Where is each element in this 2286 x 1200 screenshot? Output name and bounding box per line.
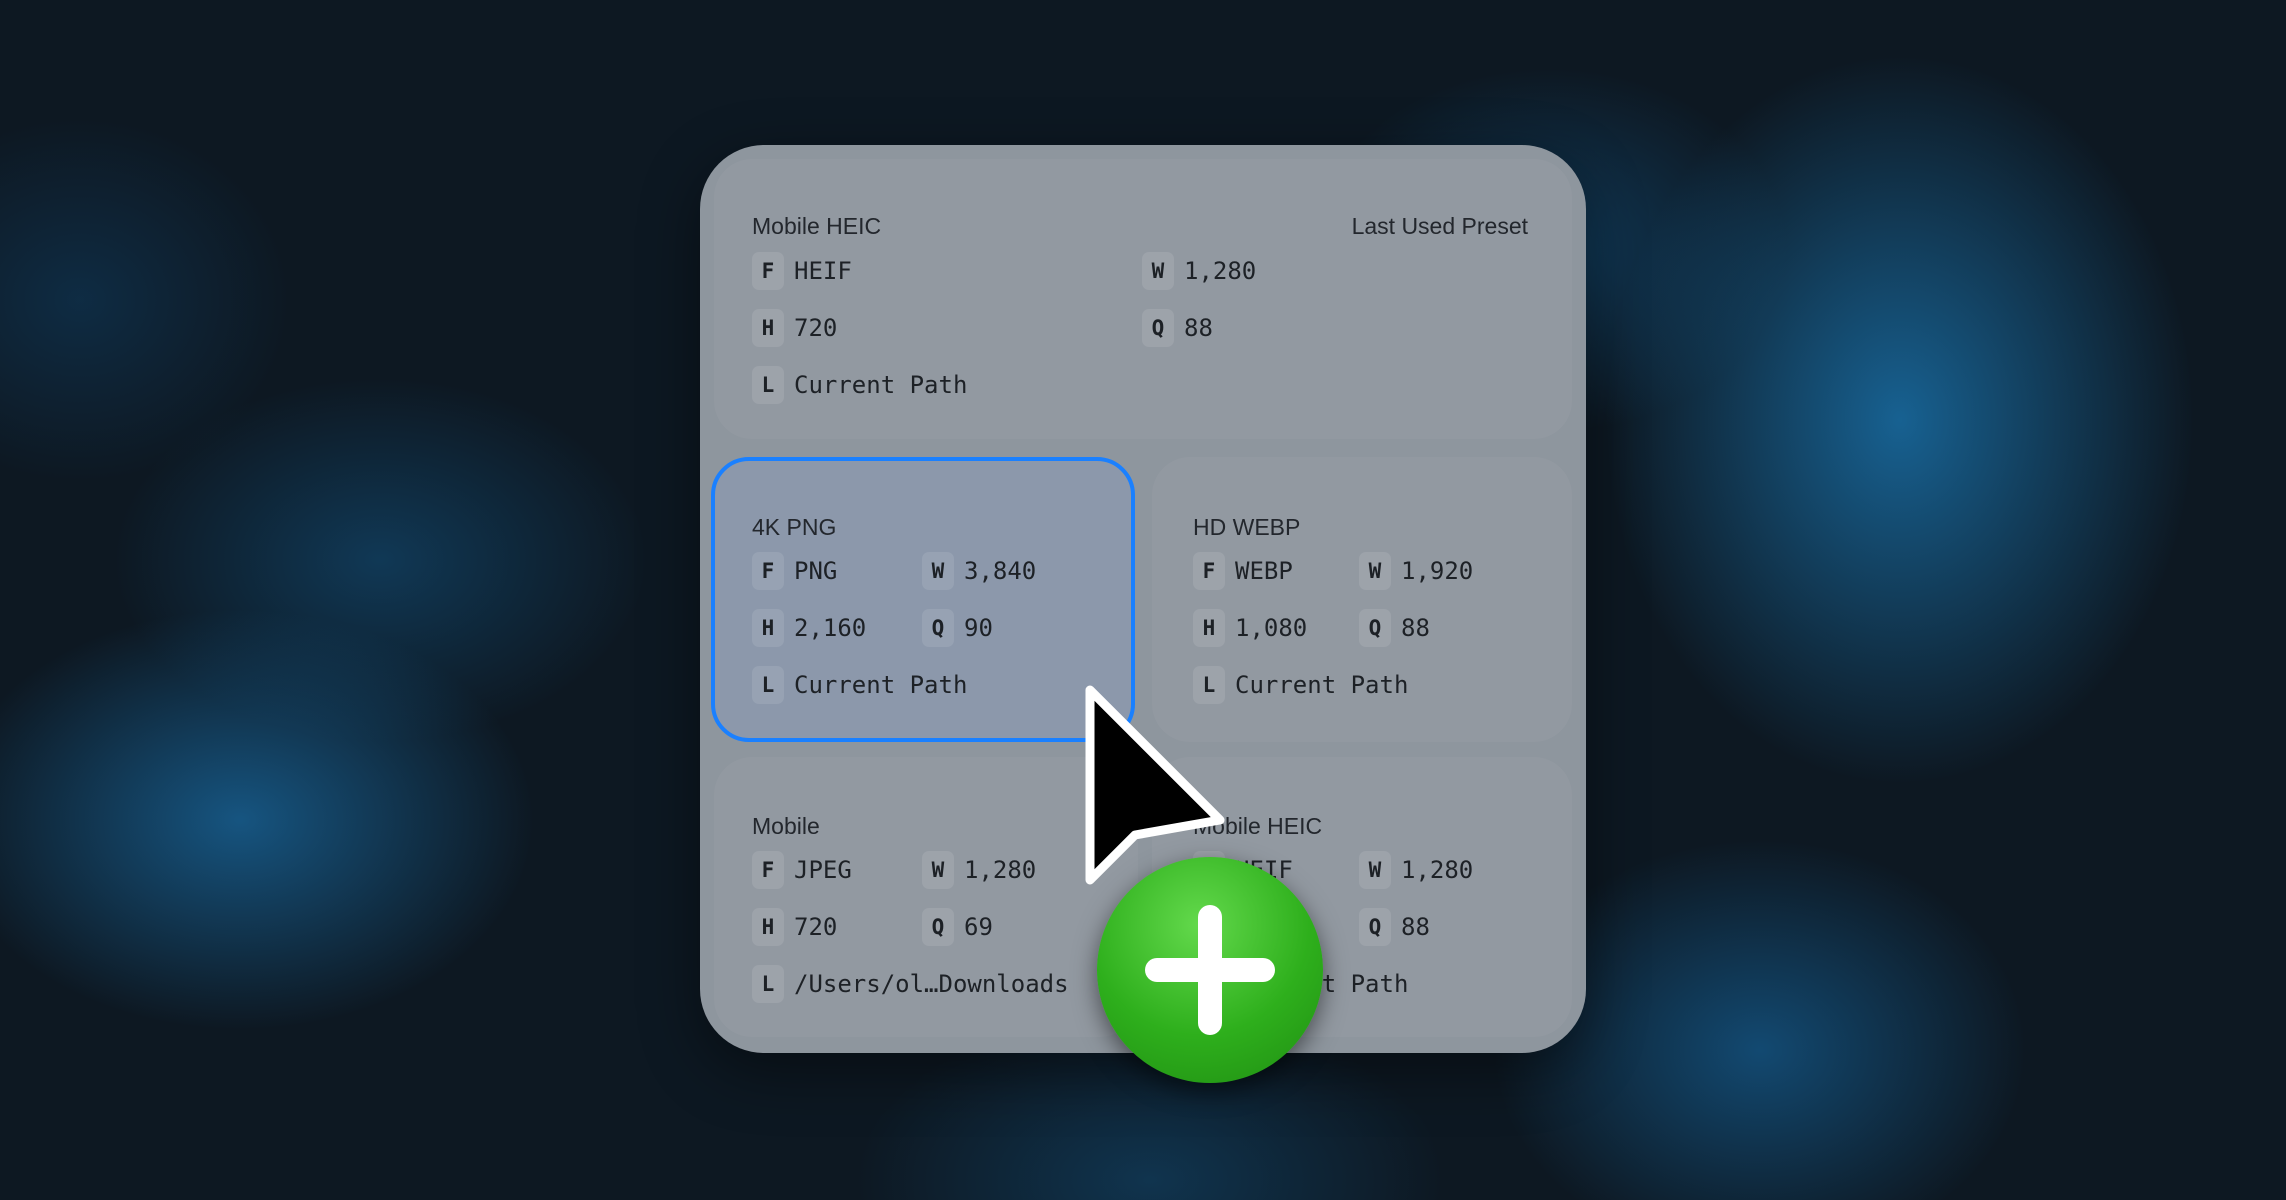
preset-title: 4K PNG [752, 514, 837, 540]
width-value: 1,280 [964, 856, 1037, 884]
width-key: W [1142, 252, 1174, 290]
format-field: F PNG [752, 551, 837, 591]
width-field: W 1,280 [922, 850, 1036, 890]
location-key: L [752, 965, 784, 1003]
location-field: L Current Path [752, 665, 967, 705]
format-key: F [752, 252, 784, 290]
location-value: Current Path [794, 371, 968, 399]
location-key: L [752, 666, 784, 704]
height-field: H 720 [752, 308, 837, 348]
location-key: L [752, 366, 784, 404]
format-field: F HEIF [752, 251, 852, 291]
quality-key: Q [1359, 609, 1391, 647]
quality-field: Q 88 [1359, 907, 1430, 947]
width-field: W 3,840 [922, 551, 1036, 591]
format-key: F [752, 851, 784, 889]
format-key: F [1193, 552, 1225, 590]
quality-key: Q [1142, 309, 1174, 347]
format-key: F [752, 552, 784, 590]
width-value: 1,920 [1401, 557, 1474, 585]
height-value: 2,160 [794, 614, 867, 642]
preset-title: HD WEBP [1193, 514, 1301, 540]
location-value: /Users/ol…Downloads [794, 970, 1069, 998]
plus-icon [1097, 857, 1323, 1083]
width-key: W [922, 552, 954, 590]
width-value: 3,840 [964, 557, 1037, 585]
height-key: H [752, 309, 784, 347]
preset-title: Mobile HEIC [752, 213, 882, 239]
location-field: L Current Path [752, 365, 967, 405]
location-field: L /Users/ol…Downloads [752, 964, 1069, 1004]
width-value: 1,280 [1184, 257, 1257, 285]
height-field: H 720 [752, 907, 837, 947]
location-value: Current Path [1235, 671, 1409, 699]
last-used-badge: Last Used Preset [1351, 213, 1528, 239]
preset-card-4k-png[interactable]: 4K PNG F PNG W 3,840 H 2,160 Q 90 L Curr… [711, 457, 1135, 742]
preset-title: Mobile [752, 813, 820, 839]
last-used-preset-card[interactable]: Mobile HEIC Last Used Preset F HEIF W 1,… [714, 159, 1572, 439]
quality-field: Q 69 [922, 907, 993, 947]
quality-value: 90 [964, 614, 993, 642]
preset-card-mobile[interactable]: Mobile F JPEG W 1,280 H 720 Q 69 L /User… [714, 757, 1138, 1037]
format-value: JPEG [794, 856, 852, 884]
height-key: H [752, 908, 784, 946]
width-field: W 1,920 [1359, 551, 1473, 591]
width-key: W [922, 851, 954, 889]
width-field: W 1,280 [1359, 850, 1473, 890]
quality-value: 69 [964, 913, 993, 941]
quality-field: Q 88 [1142, 308, 1213, 348]
quality-key: Q [922, 609, 954, 647]
format-value: HEIF [794, 257, 852, 285]
width-key: W [1359, 851, 1391, 889]
height-key: H [1193, 609, 1225, 647]
width-value: 1,280 [1401, 856, 1474, 884]
format-value: WEBP [1235, 557, 1293, 585]
format-value: PNG [794, 557, 838, 585]
width-field: W 1,280 [1142, 251, 1256, 291]
height-value: 720 [794, 314, 838, 342]
quality-value: 88 [1184, 314, 1213, 342]
height-value: 720 [794, 913, 838, 941]
width-key: W [1359, 552, 1391, 590]
height-key: H [752, 609, 784, 647]
quality-key: Q [1359, 908, 1391, 946]
plus-vertical-bar [1198, 905, 1222, 1035]
quality-key: Q [922, 908, 954, 946]
location-value: Current Path [794, 671, 968, 699]
height-field: H 1,080 [1193, 608, 1307, 648]
quality-field: Q 88 [1359, 608, 1430, 648]
format-field: F JPEG [752, 850, 852, 890]
quality-value: 88 [1401, 614, 1430, 642]
height-value: 1,080 [1235, 614, 1308, 642]
quality-value: 88 [1401, 913, 1430, 941]
format-field: F WEBP [1193, 551, 1293, 591]
height-field: H 2,160 [752, 608, 866, 648]
quality-field: Q 90 [922, 608, 993, 648]
